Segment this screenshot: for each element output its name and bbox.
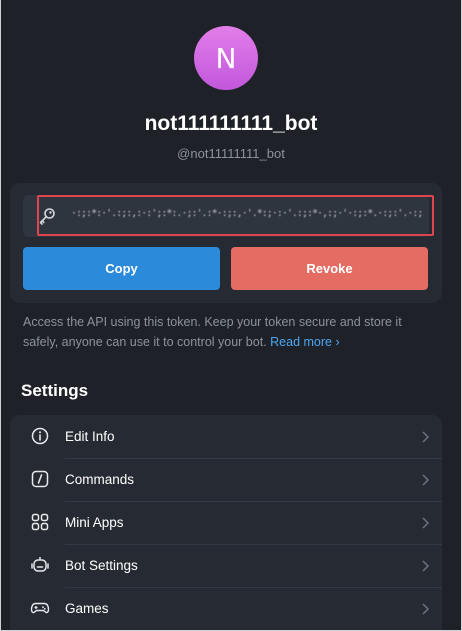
revoke-button[interactable]: Revoke (231, 247, 428, 290)
grid-icon (31, 513, 49, 531)
settings-title: Settings (21, 381, 89, 400)
chevron-right-icon (422, 603, 430, 615)
token-field[interactable]: ·:;:*:·'.:;:,:·:';:*:.·;:'.:*·:;:,·'.*:;… (23, 195, 429, 237)
copy-button[interactable]: Copy (23, 247, 220, 290)
token-value[interactable]: ·:;:*:·'.:;:,:·:';:*:.·;:'.:*·:;:,·'.*:;… (71, 208, 421, 224)
settings-item-games[interactable]: Games (10, 587, 442, 630)
chevron-right-icon (422, 474, 430, 486)
commands-icon (31, 470, 49, 488)
chevron-right-icon (422, 560, 430, 572)
settings-item-label: Bot Settings (65, 558, 138, 573)
bot-token-page: N not111111111_bot @not11111111_bot ·:;:… (0, 0, 462, 631)
key-icon (39, 208, 55, 225)
chevron-right-icon (422, 431, 430, 443)
avatar: N (194, 26, 258, 90)
settings-list: Edit Info Commands Mini Apps Bot Setting… (10, 415, 442, 631)
help-text: Access the API using this token. Keep yo… (23, 312, 433, 352)
settings-item-mini-apps[interactable]: Mini Apps (10, 501, 442, 544)
settings-item-edit-info[interactable]: Edit Info (10, 415, 442, 458)
help-description: Access the API using this token. Keep yo… (23, 315, 402, 349)
token-card: ·:;:*:·'.:;:,:·:';:*:.·;:'.:*·:;:,·'.*:;… (10, 183, 442, 303)
settings-item-label: Mini Apps (65, 515, 124, 530)
settings-item-label: Games (65, 601, 109, 616)
settings-item-label: Commands (65, 472, 135, 487)
settings-item-commands[interactable]: Commands (10, 458, 442, 501)
chevron-right-icon (422, 517, 430, 529)
bot-handle: @not11111111_bot (177, 146, 285, 161)
avatar-letter: N (215, 41, 237, 75)
bot-name: not111111111_bot (144, 112, 318, 135)
robot-icon (31, 557, 49, 572)
settings-item-bot-settings[interactable]: Bot Settings (10, 544, 442, 587)
settings-item-label: Edit Info (65, 429, 115, 444)
gamepad-icon (30, 602, 50, 614)
info-icon (31, 427, 49, 445)
read-more-link[interactable]: Read more › (270, 335, 339, 349)
